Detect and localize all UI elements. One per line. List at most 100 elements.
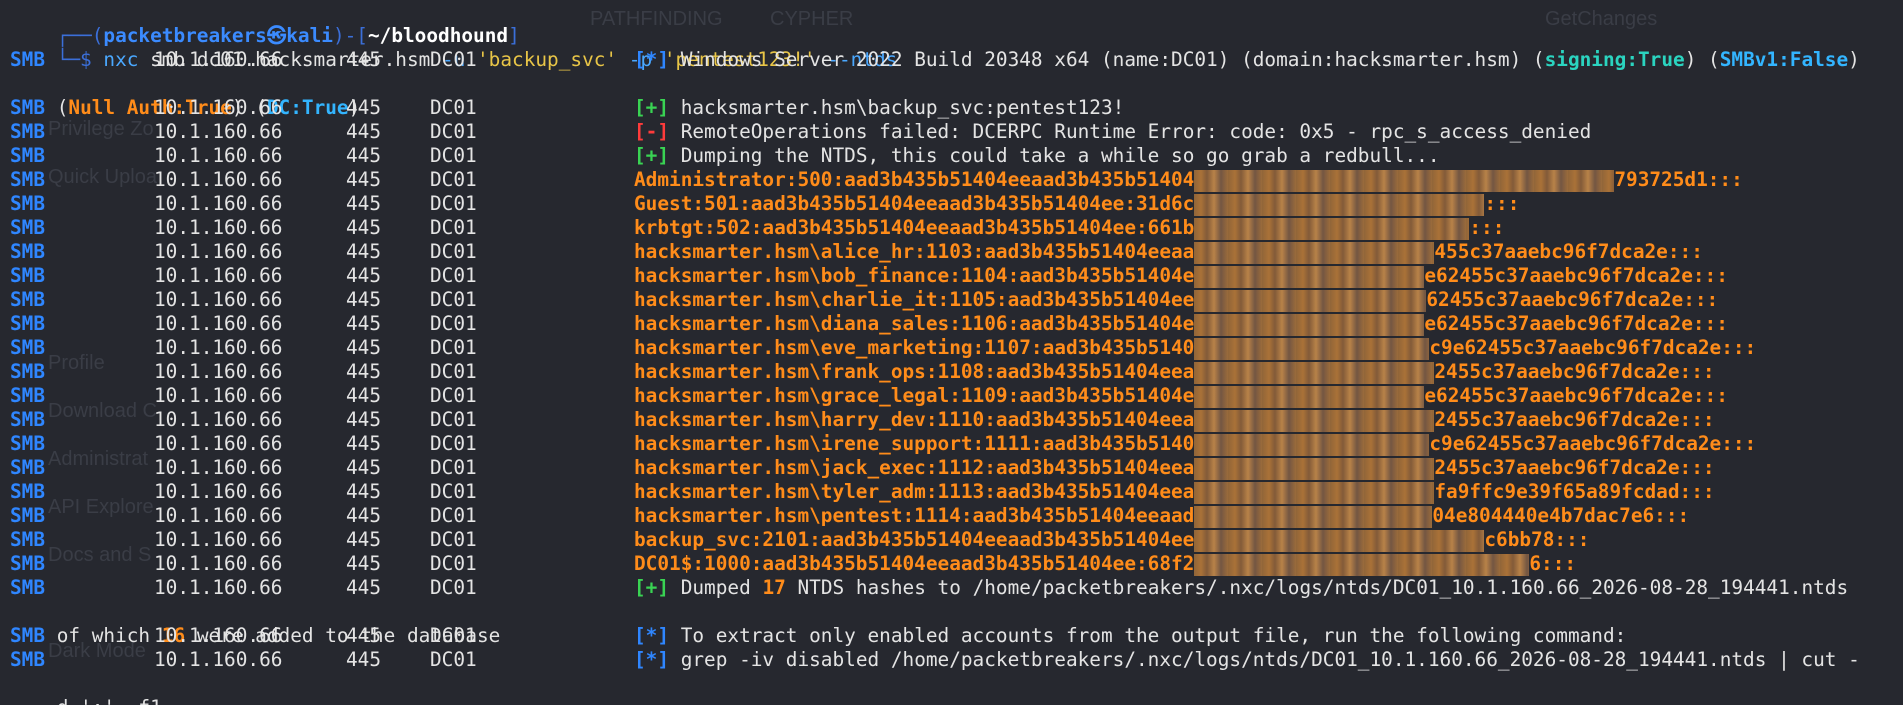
- hostname: DC01: [430, 144, 477, 167]
- marker-success: [+]: [634, 144, 670, 167]
- hash-visible-prefix: hacksmarter.hsm\alice_hr:1103:aad3b435b5…: [634, 240, 1195, 263]
- port: 445: [346, 624, 382, 647]
- redacted-hash-blur: [1194, 169, 1615, 192]
- proto-label: SMB: [10, 48, 46, 71]
- output-line-grep-wrap: d ':' -f1: [10, 672, 162, 705]
- hash-visible-suffix: 2455c37aaebc96f7dca2e:::: [1434, 456, 1715, 479]
- redacted-hash-blur: [1194, 241, 1435, 264]
- hash-entry: Administrator:500:aad3b435b51404eeaad3b4…: [634, 168, 1743, 192]
- hash-visible-prefix: hacksmarter.hsm\diana_sales:1106:aad3b43…: [634, 312, 1195, 335]
- ip-address: 10.1.160.66: [154, 192, 283, 215]
- proto-label: SMB: [10, 168, 46, 191]
- port: 445: [346, 528, 382, 551]
- hash-visible-prefix: krbtgt:502:aad3b435b51404eeaad3b435b5140…: [634, 216, 1195, 239]
- hash-entry: hacksmarter.hsm\jack_exec:1112:aad3b435b…: [634, 456, 1715, 480]
- ip-address: 10.1.160.66: [154, 48, 283, 71]
- terminal-window[interactable]: PATHFINDING CYPHER GetChanges Privilege …: [0, 0, 1903, 705]
- proto-label: SMB: [10, 576, 46, 599]
- hash-entry: hacksmarter.hsm\harry_dev:1110:aad3b435b…: [634, 408, 1715, 432]
- redacted-hash-blur: [1194, 265, 1425, 288]
- port: 445: [346, 576, 382, 599]
- output-line-remote-fail: SMB 10.1.160.66 445 DC01 [-] RemoteOpera…: [10, 120, 1591, 144]
- port: 445: [346, 48, 382, 71]
- auth-text: hacksmarter.hsm\backup_svc:pentest123!: [669, 96, 1125, 119]
- hash-visible-suffix: 793725d1:::: [1614, 168, 1743, 191]
- port: 445: [346, 408, 382, 431]
- proto-label: SMB: [10, 648, 46, 671]
- info-message: [*] Windows Server 2022 Build 20348 x64 …: [634, 48, 1860, 72]
- ip-address: 10.1.160.66: [154, 648, 283, 671]
- output-line-added: of which 16 were added to the database: [10, 600, 501, 647]
- hostname: DC01: [430, 120, 477, 143]
- hostname: DC01: [430, 168, 477, 191]
- ip-address: 10.1.160.66: [154, 624, 283, 647]
- hash-entry: hacksmarter.hsm\pentest:1114:aad3b435b51…: [634, 504, 1689, 528]
- hash-entry: hacksmarter.hsm\eve_marketing:1107:aad3b…: [634, 336, 1756, 360]
- redacted-hash-blur: [1194, 289, 1427, 312]
- port: 445: [346, 240, 382, 263]
- hostname: DC01: [430, 192, 477, 215]
- auth-message: [+] hacksmarter.hsm\backup_svc:pentest12…: [634, 96, 1124, 120]
- proto-label: SMB: [10, 288, 46, 311]
- port: 445: [346, 648, 382, 671]
- dumped-pre: Dumped: [669, 576, 763, 599]
- proto-label: SMB: [10, 432, 46, 455]
- dumped-post: NTDS hashes to /home/packetbreakers/.nxc…: [785, 576, 1849, 599]
- dumped-count: 17: [762, 576, 786, 599]
- hash-visible-suffix: 04e804440e4b7dac7e6:::: [1432, 504, 1690, 527]
- hash-visible-suffix: c9e62455c37aaebc96f7dca2e:::: [1429, 336, 1757, 359]
- redacted-hash-blur: [1194, 409, 1435, 432]
- proto-label: SMB: [10, 192, 46, 215]
- grep-wrap-text: d ':' -f1: [57, 696, 162, 705]
- proto-label: SMB: [10, 384, 46, 407]
- port: 445: [346, 504, 382, 527]
- output-line-dumping: SMB 10.1.160.66 445 DC01 [+] Dumping the…: [10, 144, 1440, 168]
- hash-entry: hacksmarter.hsm\charlie_it:1105:aad3b435…: [634, 288, 1718, 312]
- ip-address: 10.1.160.66: [154, 336, 283, 359]
- info-text: Windows Server 2022 Build 20348 x64 (nam…: [669, 48, 1545, 71]
- hash-visible-prefix: hacksmarter.hsm\pentest:1114:aad3b435b51…: [634, 504, 1195, 527]
- remote-fail-text: RemoteOperations failed: DCERPC Runtime …: [669, 120, 1592, 143]
- hostname: DC01: [430, 264, 477, 287]
- wrap-open: (: [56, 96, 69, 119]
- hash-visible-prefix: hacksmarter.hsm\bob_finance:1104:aad3b43…: [634, 264, 1195, 287]
- signing-flag: signing:True: [1544, 48, 1685, 71]
- output-line-grep: SMB 10.1.160.66 445 DC01 [*] grep -iv di…: [10, 648, 1860, 672]
- hash-visible-suffix: e62455c37aaebc96f7dca2e:::: [1424, 384, 1728, 407]
- hash-entry: hacksmarter.hsm\tyler_adm:1113:aad3b435b…: [634, 480, 1715, 504]
- hash-entry: Guest:501:aad3b435b51404eeaad3b435b51404…: [634, 192, 1519, 216]
- port: 445: [346, 144, 382, 167]
- marker-error: [-]: [634, 120, 670, 143]
- output-line-dumped: SMB 10.1.160.66 445 DC01 [+] Dumped 17 N…: [10, 576, 1848, 600]
- hostname: DC01: [430, 456, 477, 479]
- hash-visible-suffix: 2455c37aaebc96f7dca2e:::: [1434, 360, 1715, 383]
- prompt-line: ┌──(packetbreakers㉿kali)-[~/bloodhound]: [10, 0, 520, 47]
- redacted-hash-blur: [1194, 481, 1435, 504]
- ip-address: 10.1.160.66: [154, 456, 283, 479]
- hostname: DC01: [430, 240, 477, 263]
- hash-entry: hacksmarter.hsm\irene_support:1111:aad3b…: [634, 432, 1756, 456]
- hostname: DC01: [430, 480, 477, 503]
- hash-visible-prefix: hacksmarter.hsm\tyler_adm:1113:aad3b435b…: [634, 480, 1195, 503]
- ip-address: 10.1.160.66: [154, 408, 283, 431]
- port: 445: [346, 168, 382, 191]
- hash-visible-prefix: hacksmarter.hsm\frank_ops:1108:aad3b435b…: [634, 360, 1195, 383]
- hostname: DC01: [430, 528, 477, 551]
- hash-visible-suffix: 6:::: [1529, 552, 1577, 575]
- port: 445: [346, 480, 382, 503]
- prompt-frame-bottom: └─$: [56, 48, 104, 71]
- ip-address: 10.1.160.66: [154, 552, 283, 575]
- proto-label: SMB: [10, 552, 46, 575]
- proto-label: SMB: [10, 408, 46, 431]
- hash-visible-prefix: hacksmarter.hsm\harry_dev:1110:aad3b435b…: [634, 408, 1195, 431]
- ip-address: 10.1.160.66: [154, 360, 283, 383]
- port: 445: [346, 336, 382, 359]
- dumped-message: [+] Dumped 17 NTDS hashes to /home/packe…: [634, 576, 1848, 600]
- hash-visible-suffix: e62455c37aaebc96f7dca2e:::: [1424, 264, 1728, 287]
- ip-address: 10.1.160.66: [154, 432, 283, 455]
- hostname: DC01: [430, 288, 477, 311]
- smbv1-flag: SMBv1:False: [1719, 48, 1849, 71]
- port: 445: [346, 432, 382, 455]
- port: 445: [346, 456, 382, 479]
- hostname: DC01: [430, 432, 477, 455]
